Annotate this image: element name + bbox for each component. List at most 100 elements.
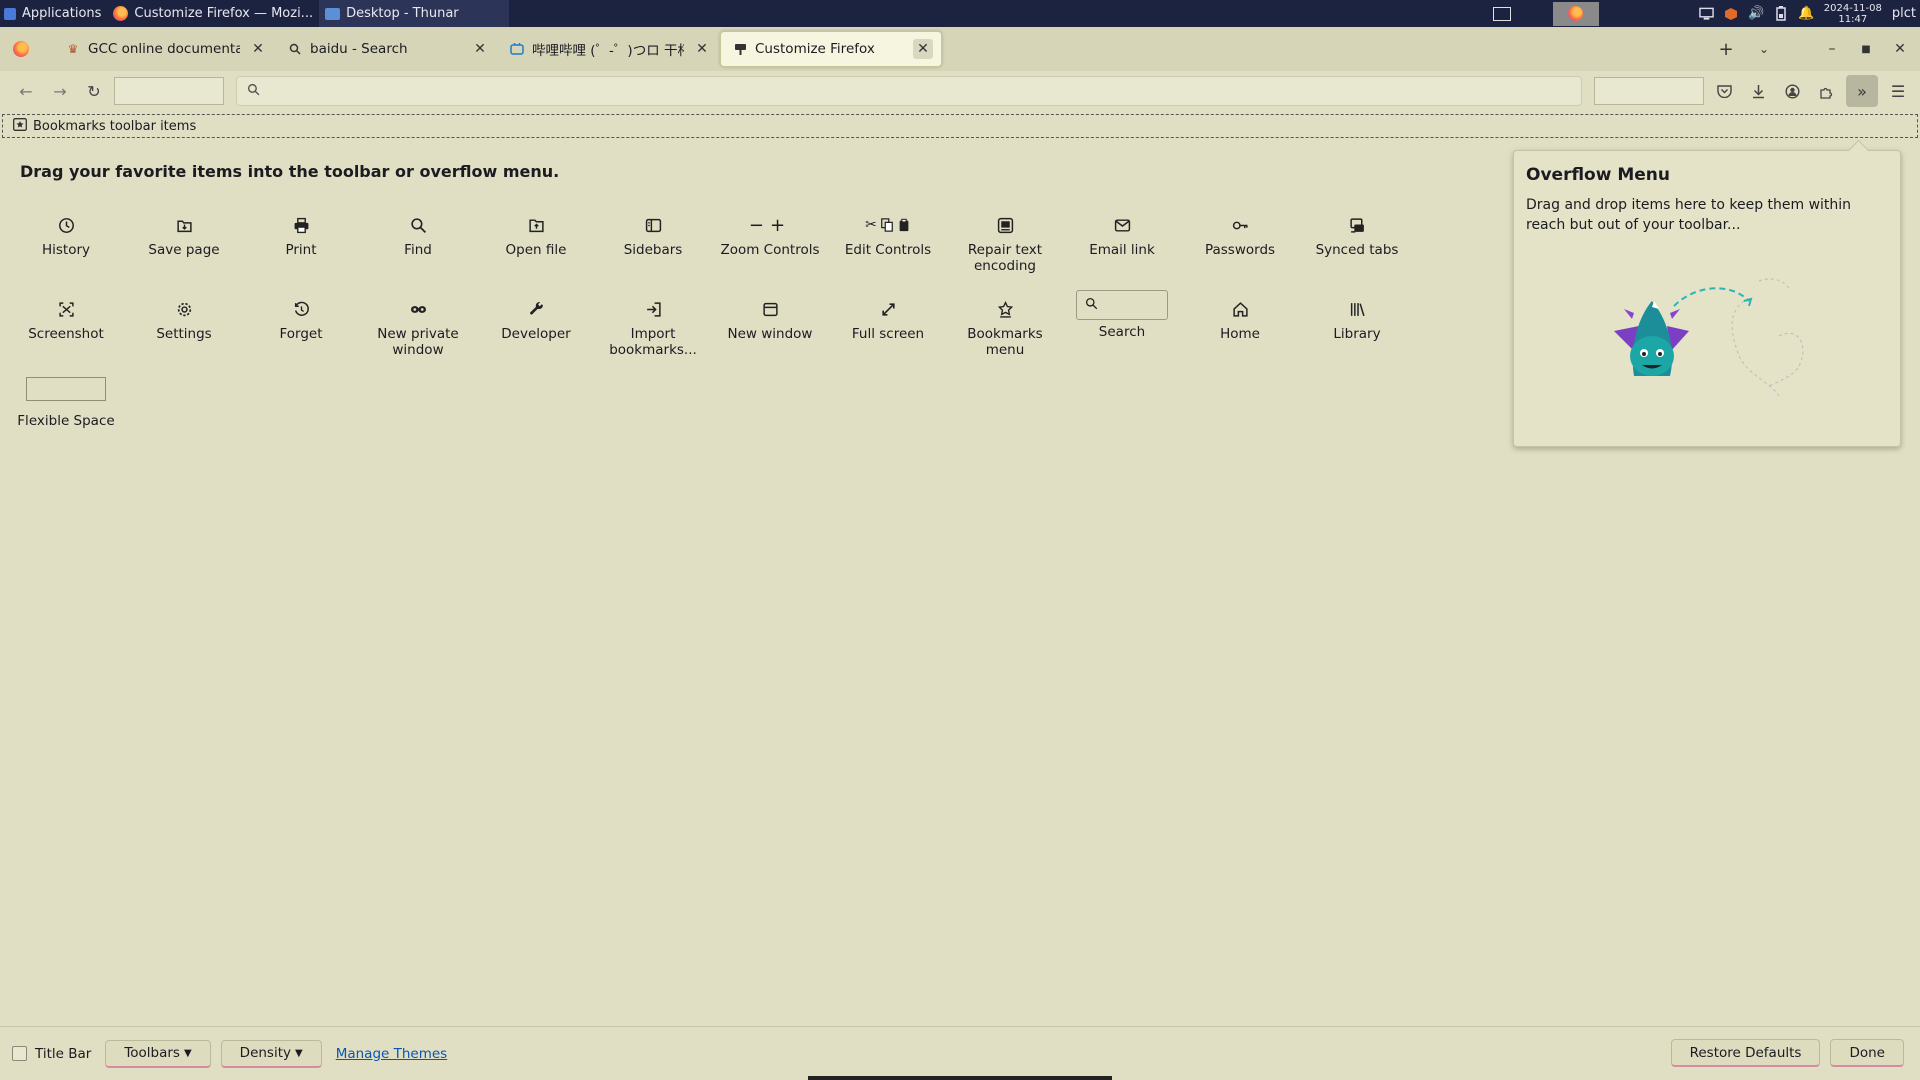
tab-label: Customize Firefox: [755, 41, 875, 57]
close-tab-icon[interactable]: ✕: [692, 39, 712, 59]
tab-gcc[interactable]: ♛ GCC online documentation ✕: [54, 31, 276, 67]
palette-item-open-file[interactable]: Open file: [481, 212, 591, 258]
clock[interactable]: 2024-11-08 11:47: [1824, 3, 1882, 25]
palette-item-print[interactable]: Print: [246, 212, 356, 258]
palette-item-history[interactable]: History: [11, 212, 121, 258]
palette-item-bookmarks-menu[interactable]: Bookmarks menu: [950, 296, 1060, 358]
system-taskbar: Applications Customize Firefox — Mozi...…: [0, 0, 1920, 27]
palette-item-search[interactable]: Search: [1067, 290, 1177, 340]
title-bar-checkbox[interactable]: [12, 1046, 27, 1061]
url-bar[interactable]: [236, 76, 1582, 106]
overflow-menu-button[interactable]: »: [1846, 75, 1878, 107]
close-tab-icon[interactable]: ✕: [470, 39, 490, 59]
palette-item-label: Print: [285, 242, 317, 258]
palette-item-label: Home: [1220, 326, 1260, 342]
maximize-window-button[interactable]: ■: [1852, 35, 1880, 63]
close-tab-icon[interactable]: ✕: [913, 39, 933, 59]
footer-actions: Restore Defaults Done: [1670, 1039, 1904, 1067]
firefox-icon: [1568, 6, 1584, 21]
palette-item-forget[interactable]: Forget: [246, 296, 356, 342]
palette-item-label: Edit Controls: [844, 242, 932, 258]
palette-item-settings[interactable]: Settings: [129, 296, 239, 342]
palette-item-zoom-controls[interactable]: −+ Zoom Controls: [715, 212, 825, 259]
toolbar-flexible-space[interactable]: [114, 77, 224, 105]
palette-item-new-private-window[interactable]: New private window: [363, 296, 473, 358]
palette-item-label: Flexible Space: [17, 413, 115, 429]
close-window-button[interactable]: ✕: [1886, 35, 1914, 63]
close-tab-icon[interactable]: ✕: [248, 39, 268, 59]
clock-date: 2024-11-08: [1823, 2, 1882, 14]
gear-icon: [129, 296, 239, 322]
save-page-icon: [129, 212, 239, 238]
palette-item-label: Save page: [148, 242, 220, 258]
palette-item-developer[interactable]: Developer: [481, 296, 591, 342]
palette-item-import-bookmarks[interactable]: Import bookmarks...: [598, 296, 708, 358]
workspace-icon[interactable]: [1492, 6, 1511, 21]
minimize-window-button[interactable]: –: [1818, 35, 1846, 63]
palette-item-edit-controls[interactable]: ✂ Edit Controls: [833, 212, 943, 258]
network-icon[interactable]: [1699, 6, 1714, 21]
pocket-icon[interactable]: [1710, 77, 1738, 105]
account-icon[interactable]: [1778, 77, 1806, 105]
overflow-menu-panel[interactable]: Overflow Menu Drag and drop items here t…: [1513, 150, 1901, 447]
toolbar-flexible-space[interactable]: [1594, 77, 1704, 105]
palette-item-save-page[interactable]: Save page: [129, 212, 239, 258]
applications-label: Applications: [22, 6, 102, 21]
new-window-icon: [715, 296, 825, 322]
palette-item-full-screen[interactable]: Full screen: [833, 296, 943, 342]
manage-themes-link[interactable]: Manage Themes: [336, 1046, 448, 1062]
home-icon: [1185, 296, 1295, 322]
chevron-down-icon: ▼: [295, 1047, 303, 1059]
palette-item-new-window[interactable]: New window: [715, 296, 825, 342]
palette-item-passwords[interactable]: Passwords: [1185, 212, 1295, 258]
palette-item-find[interactable]: Find: [363, 212, 473, 258]
palette-item-label: Forget: [279, 326, 323, 342]
package-icon[interactable]: [1724, 6, 1739, 21]
tab-baidu[interactable]: baidu - Search ✕: [276, 31, 498, 67]
density-dropdown-label: Density: [239, 1045, 291, 1061]
battery-icon[interactable]: [1774, 6, 1789, 21]
taskbar-window-thunar[interactable]: Desktop - Thunar: [319, 0, 510, 27]
taskbar-window-firefox[interactable]: Customize Firefox — Mozi...: [107, 0, 319, 27]
palette-item-synced-tabs[interactable]: Synced tabs: [1302, 212, 1412, 258]
reload-button[interactable]: ↻: [80, 77, 108, 105]
tab-customize-firefox[interactable]: Customize Firefox ✕: [720, 31, 942, 67]
tab-bilibili[interactable]: 哔哩哔哩 (゜-゜)つロ 干杯~ ✕: [498, 31, 720, 67]
palette-item-library[interactable]: Library: [1302, 296, 1412, 342]
title-bar-label: Title Bar: [35, 1045, 92, 1062]
key-icon: [1185, 212, 1295, 238]
palette-item-label: Settings: [156, 326, 212, 342]
downloads-icon[interactable]: [1744, 77, 1772, 105]
forward-button[interactable]: →: [46, 77, 74, 105]
palette-item-sidebars[interactable]: Sidebars: [598, 212, 708, 258]
customize-footer: Title Bar Toolbars ▼ Density ▼ Manage Th…: [0, 1026, 1920, 1080]
notification-bell-icon[interactable]: 🔔: [1798, 6, 1814, 21]
extensions-icon[interactable]: [1812, 77, 1840, 105]
palette-item-home[interactable]: Home: [1185, 296, 1295, 342]
history-icon: [11, 212, 121, 238]
toolbars-dropdown-label: Toolbars: [124, 1045, 180, 1061]
folder-icon: [325, 7, 341, 20]
density-dropdown[interactable]: Density ▼: [220, 1039, 322, 1068]
bookmarks-toolbar[interactable]: Bookmarks toolbar items: [2, 114, 1918, 138]
done-button[interactable]: Done: [1830, 1039, 1904, 1067]
palette-item-email-link[interactable]: Email link: [1067, 212, 1177, 258]
screenshot-icon: [11, 296, 121, 322]
toolbars-dropdown[interactable]: Toolbars ▼: [105, 1039, 211, 1068]
hamburger-menu-icon[interactable]: ☰: [1884, 77, 1912, 105]
new-tab-button[interactable]: +: [1712, 35, 1740, 63]
bilibili-icon: [510, 42, 524, 56]
volume-icon[interactable]: 🔊: [1748, 6, 1764, 21]
applications-menu[interactable]: Applications: [0, 0, 107, 27]
overflow-dragon-illustration: [1614, 278, 1804, 397]
search-icon: [247, 83, 260, 100]
palette-item-flexible-space[interactable]: Flexible Space: [11, 377, 121, 429]
user-name[interactable]: plct: [1892, 6, 1916, 21]
palette-item-repair-text-encoding[interactable]: Repair text encoding: [950, 212, 1060, 274]
list-all-tabs-button[interactable]: ⌄: [1750, 35, 1778, 63]
palette-item-screenshot[interactable]: Screenshot: [11, 296, 121, 342]
back-button[interactable]: ←: [12, 77, 40, 105]
firefox-view-icon[interactable]: [13, 41, 29, 57]
tray-firefox-button[interactable]: [1552, 1, 1599, 26]
restore-defaults-button[interactable]: Restore Defaults: [1670, 1039, 1821, 1067]
